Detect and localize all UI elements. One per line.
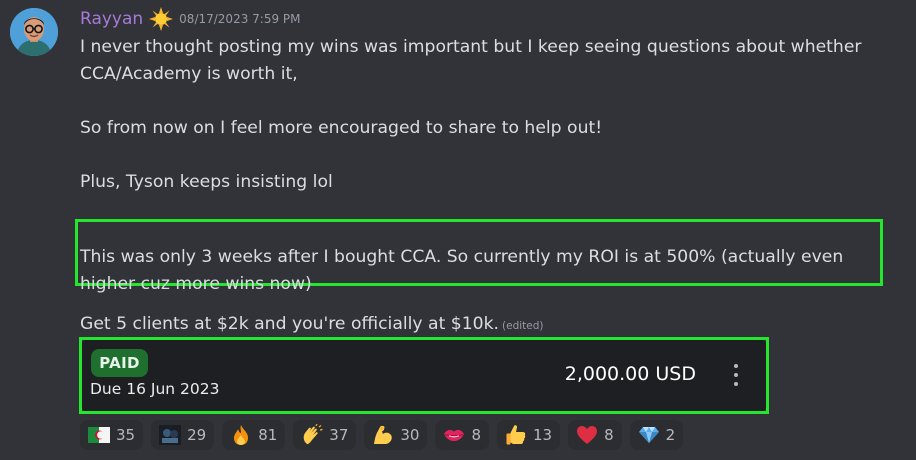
avatar-image <box>10 8 58 56</box>
reaction-clapping-hands[interactable]: 37 <box>293 420 357 450</box>
reaction-count: 30 <box>400 426 420 444</box>
reaction-red-heart[interactable]: 8 <box>568 420 622 450</box>
reaction-custom-gif[interactable]: 29 <box>151 420 215 450</box>
status-badge: PAID <box>91 349 148 377</box>
flexed-biceps-icon <box>372 424 394 446</box>
reaction-count: 81 <box>258 426 278 444</box>
reaction-count: 8 <box>471 426 482 444</box>
reaction-count: 2 <box>665 426 676 444</box>
clapping-hands-icon <box>301 424 323 446</box>
thumbs-up-icon <box>505 424 527 446</box>
reaction-lips[interactable]: 8 <box>435 420 490 450</box>
invoice-amount: 2,000.00 USD <box>564 363 696 385</box>
sun-icon <box>149 7 174 31</box>
reaction-algeria-flag[interactable]: 35 <box>80 420 144 450</box>
algeria-flag-icon <box>88 424 110 446</box>
red-heart-icon <box>576 424 598 446</box>
timestamp: 08/17/2023 7:59 PM <box>179 12 301 26</box>
chat-message: Rayyan 08/17/2023 7:59 PM I never though… <box>0 0 916 460</box>
message-content: I never thought posting my wins was impo… <box>80 34 900 196</box>
reaction-fire[interactable]: 81 <box>222 420 286 450</box>
due-date: Due 16 Jun 2023 <box>90 380 220 398</box>
edited-label: (edited) <box>502 320 544 332</box>
message-paragraph: Get 5 clients at $2k and you're official… <box>80 314 500 334</box>
message-header: Rayyan 08/17/2023 7:59 PM <box>80 6 301 32</box>
username[interactable]: Rayyan <box>80 9 143 29</box>
reaction-count: 29 <box>187 426 207 444</box>
custom-gif-icon <box>159 424 182 446</box>
reaction-count: 35 <box>116 426 136 444</box>
message-paragraph: I never thought posting my wins was impo… <box>80 37 862 84</box>
message-last-line: Get 5 clients at $2k and you're official… <box>80 311 544 340</box>
lips-icon <box>443 424 465 446</box>
highlighted-paragraph: This was only 3 weeks after I bought CCA… <box>80 247 844 295</box>
more-options-icon[interactable] <box>726 360 746 390</box>
message-paragraph: Plus, Tyson keeps insisting lol <box>80 172 333 192</box>
reactions-bar: 35 29 81 37 30 8 13 8 2 <box>80 420 684 450</box>
reaction-flexed-biceps[interactable]: 30 <box>364 420 428 450</box>
reaction-count: 8 <box>604 426 614 444</box>
avatar[interactable] <box>10 8 58 56</box>
reaction-count: 13 <box>533 426 553 444</box>
reaction-thumbs-up[interactable]: 13 <box>497 420 561 450</box>
message-paragraph: So from now on I feel more encouraged to… <box>80 118 603 138</box>
invoice-embed[interactable]: PAID Due 16 Jun 2023 2,000.00 USD <box>82 340 766 411</box>
fire-icon <box>230 424 252 446</box>
gem-icon <box>638 424 660 446</box>
reaction-count: 37 <box>329 426 349 444</box>
reaction-gem[interactable]: 2 <box>629 420 684 450</box>
